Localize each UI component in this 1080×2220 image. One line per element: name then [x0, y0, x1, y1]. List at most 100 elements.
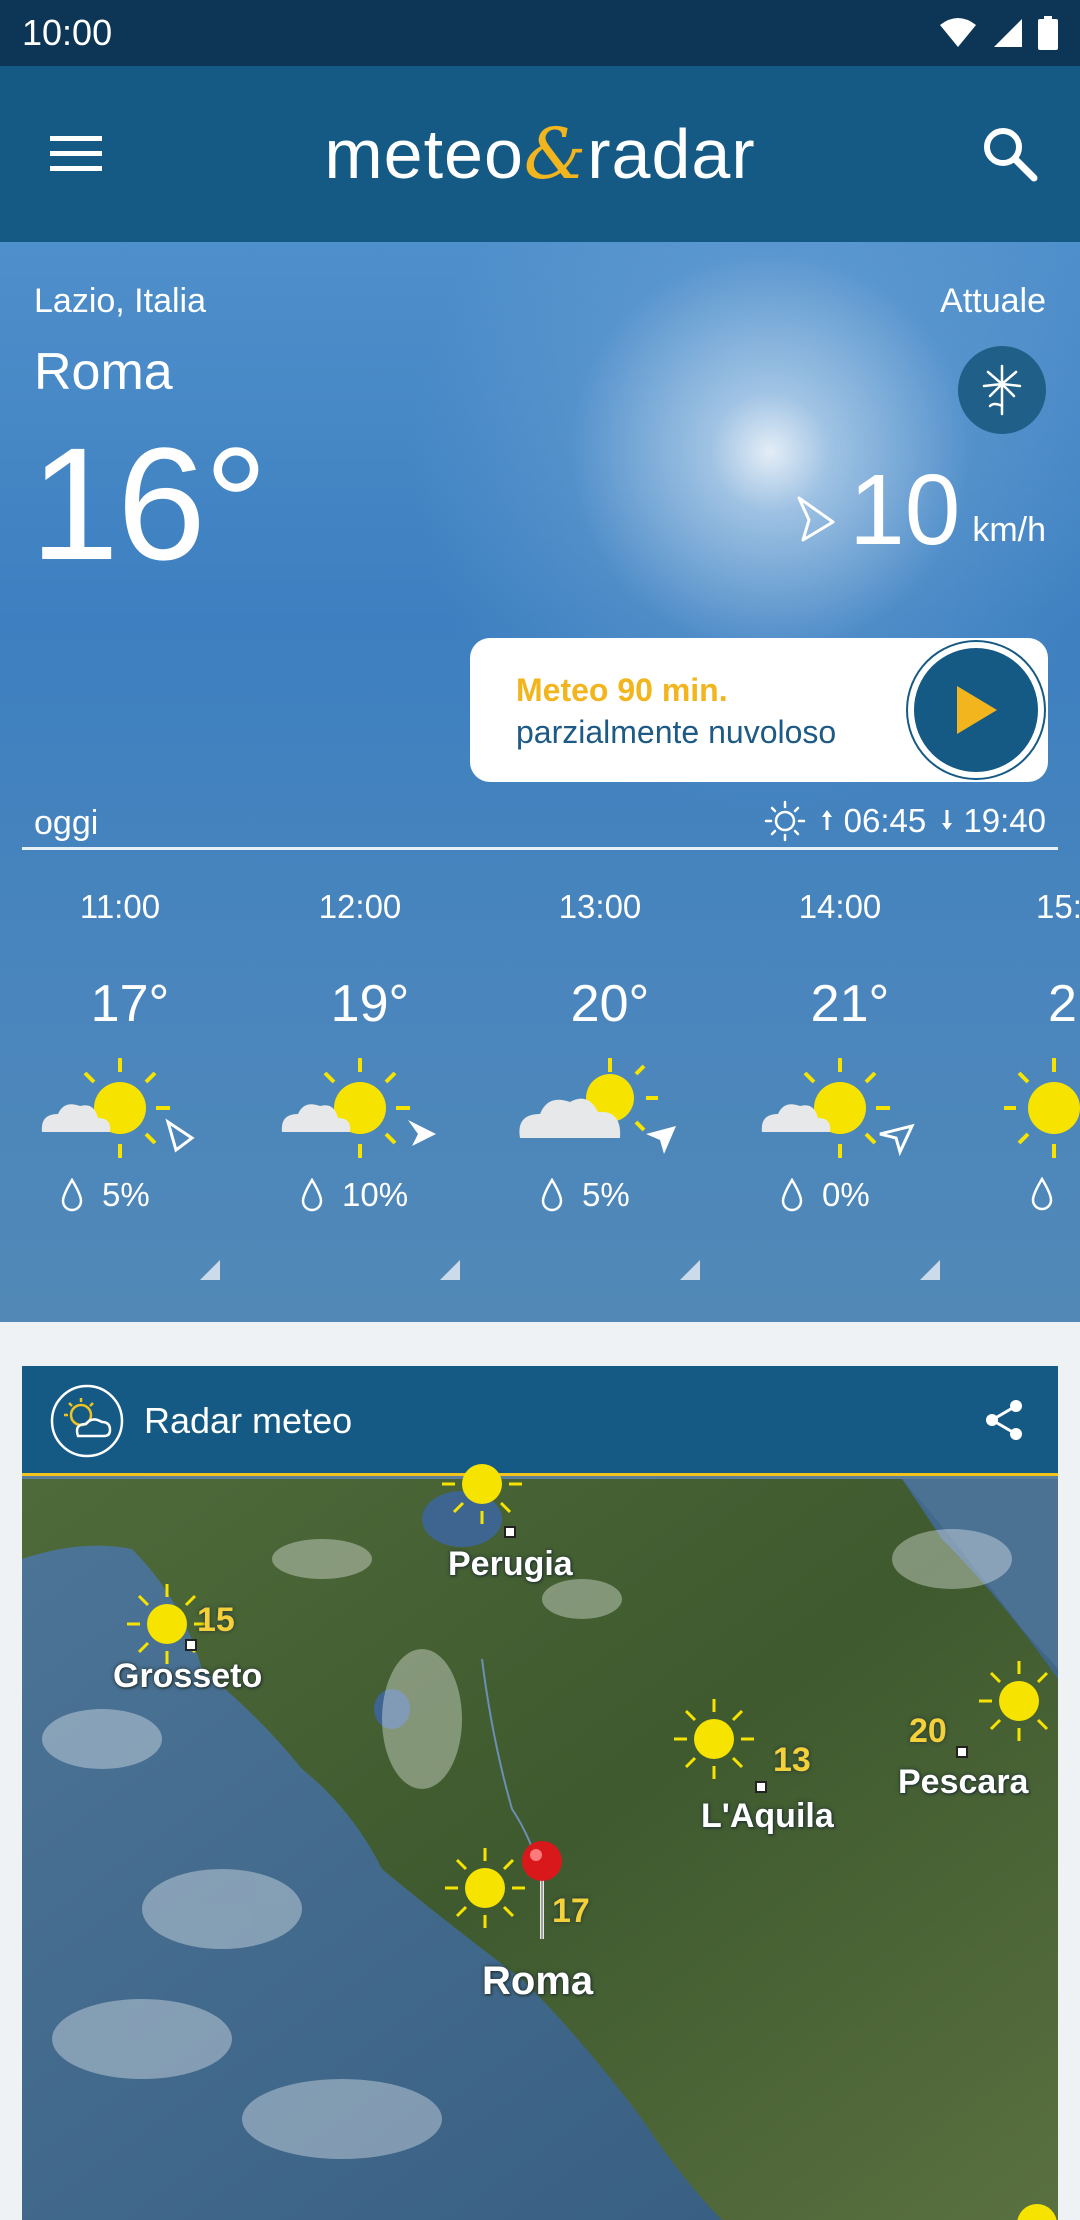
hour-temp: 2: [1048, 975, 1077, 1033]
city-label-perugia: Perugia: [448, 1545, 573, 1583]
radar-header: Radar meteo: [22, 1366, 1058, 1476]
city-temp-pescara: 20: [909, 1712, 947, 1750]
city-label-laquila: L'Aquila: [701, 1797, 834, 1835]
rain-value: 10%: [342, 1176, 409, 1213]
partly-sunny-icon: [41, 1058, 195, 1158]
city-marker: [755, 1781, 767, 1793]
hourly-forecast[interactable]: 11:00 17° 5% 12:00 19° 10% 13:00 20° 5% …: [0, 868, 1080, 1288]
arrow-up-icon: [822, 810, 833, 830]
wind-direction-icon: [797, 496, 835, 542]
today-row: oggi 06:45 19:40: [22, 798, 1058, 850]
hour-item[interactable]: 11:00 17° 5%: [20, 868, 220, 1288]
drop-icon: [1031, 1176, 1053, 1211]
hour-temp: 17°: [90, 975, 170, 1033]
sun-icon: [979, 1661, 1049, 1741]
city-temp-laquila: 13: [773, 1741, 811, 1779]
sunrise-time: 06:45: [843, 802, 927, 839]
hour-temp: 21°: [810, 975, 890, 1033]
nowcast-card[interactable]: Meteo 90 min. parzialmente nuvoloso: [470, 638, 1048, 782]
wind-unit: km/h: [972, 511, 1046, 549]
sun-icon: [442, 1464, 522, 1524]
expand-indicator: [200, 1260, 220, 1280]
wifi-icon: [940, 18, 976, 47]
sun-times: 06:45 19:40: [764, 800, 1046, 842]
nowcast-title: Meteo 90 min.: [516, 672, 728, 708]
play-button[interactable]: [908, 642, 1044, 778]
sun-icon: [445, 1848, 525, 1928]
hour-item[interactable]: 14:00 21° 0%: [740, 868, 940, 1288]
hour-time: 11:00: [79, 888, 161, 925]
rain-chance: 5%: [540, 1176, 630, 1214]
pollen-button[interactable]: [958, 346, 1046, 434]
sunset-time: 19:40: [963, 802, 1046, 839]
rain-chance: [1030, 1176, 1054, 1212]
app-logo: meteo&radar: [324, 113, 755, 195]
radar-card[interactable]: Radar meteo Perugia 15 Grosseto 13 L'Aqu…: [22, 1366, 1058, 2220]
rain-chance: 0%: [780, 1176, 870, 1214]
sunrise: 06:45: [820, 802, 926, 840]
hour-temp: 19°: [330, 975, 410, 1033]
sun-icon: [1017, 2204, 1057, 2220]
sun-icon: [674, 1699, 754, 1779]
wind-info: 10 km/h: [793, 460, 1046, 560]
drop-icon: [301, 1177, 323, 1212]
city-marker: [504, 1526, 516, 1538]
current-weather-panel: Lazio, Italia Attuale Roma 16° 10 km/h M…: [0, 242, 1080, 1322]
battery-icon: [1038, 16, 1058, 50]
partly-sunny-icon: [761, 1058, 915, 1158]
sunset: 19:40: [940, 802, 1046, 840]
region-label: Lazio, Italia: [34, 282, 206, 320]
app-bar: meteo&radar: [0, 66, 1080, 242]
brand-amp: &: [523, 113, 588, 195]
rain-chance: 10%: [300, 1176, 408, 1214]
nowcast-description: parzialmente nuvoloso: [516, 714, 837, 750]
city-name: Roma: [34, 343, 173, 401]
brand-left: meteo: [324, 115, 524, 193]
hour-time: 13:00: [558, 888, 642, 925]
status-time: 10:00: [22, 12, 113, 53]
status-bar: 10:00: [0, 0, 1080, 66]
dandelion-icon: [982, 364, 1022, 416]
hour-item[interactable]: 15: 2: [980, 868, 1080, 1288]
drop-icon: [541, 1177, 563, 1212]
brand-right: radar: [587, 115, 756, 193]
city-marker: [956, 1746, 968, 1758]
hour-time: 14:00: [798, 888, 882, 925]
location-pin-icon: [522, 1841, 562, 1939]
radar-map[interactable]: Perugia 15 Grosseto 13 L'Aquila 20 Pesca…: [22, 1464, 1058, 2220]
current-label: Attuale: [940, 282, 1046, 320]
expand-indicator: [440, 1260, 460, 1280]
expand-indicator: [920, 1260, 940, 1280]
city-temp-grosseto: 15: [197, 1601, 235, 1639]
search-icon[interactable]: [976, 120, 1044, 188]
hour-time: 15:: [1036, 888, 1080, 925]
hour-temp: 20°: [570, 975, 650, 1033]
drop-icon: [61, 1177, 83, 1212]
share-icon[interactable]: [980, 1396, 1028, 1444]
menu-icon[interactable]: [44, 128, 108, 178]
partly-cloudy-icon: [519, 1058, 676, 1154]
current-temperature: 16°: [30, 414, 268, 593]
radar-title: Radar meteo: [144, 1400, 353, 1441]
sunny-icon: [1004, 1058, 1080, 1158]
rain-value: 0%: [822, 1176, 870, 1213]
city-label-grosseto: Grosseto: [113, 1657, 263, 1695]
city-label-pescara: Pescara: [898, 1763, 1029, 1801]
hour-item[interactable]: 12:00 19° 10%: [260, 868, 460, 1288]
today-label: oggi: [34, 804, 99, 842]
status-icons: [938, 16, 1058, 50]
sun-icon: [765, 800, 806, 842]
rain-chance: 5%: [60, 1176, 150, 1214]
partly-sunny-icon: [281, 1058, 436, 1158]
hour-time: 12:00: [318, 888, 402, 925]
rain-value: 5%: [102, 1176, 150, 1213]
drop-icon: [781, 1177, 803, 1212]
rain-value: 5%: [582, 1176, 630, 1213]
arrow-down-icon: [942, 810, 953, 830]
city-label-roma: Roma: [482, 1959, 594, 2003]
play-icon: [957, 686, 997, 734]
hour-item[interactable]: 13:00 20° 5%: [500, 868, 700, 1288]
radar-weather-icon: [50, 1384, 124, 1458]
expand-indicator: [680, 1260, 700, 1280]
city-marker: [185, 1639, 197, 1651]
